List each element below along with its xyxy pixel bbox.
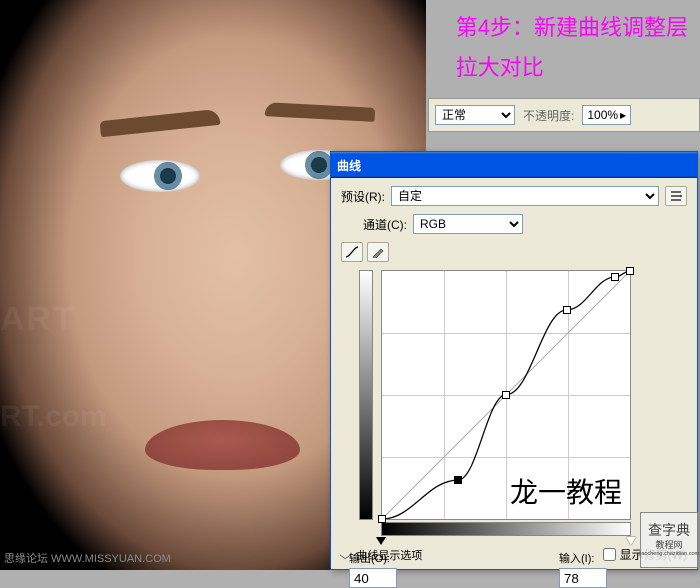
watermark-art-domain: RT.com	[0, 400, 107, 434]
tutorial-annotation: 第4步：新建曲线调整层 拉大对比	[456, 8, 688, 87]
curve-icon	[345, 246, 359, 258]
dialog-titlebar[interactable]: 曲线	[331, 152, 697, 178]
wm-sub: 教程网	[655, 540, 682, 552]
wm-domain: jiaocheng.chazidian.com	[639, 551, 699, 558]
layers-panel: 正常 不透明度: 100%▶	[428, 98, 700, 132]
curve-point[interactable]	[502, 391, 510, 399]
curve-point[interactable]	[563, 306, 571, 314]
face-feature	[120, 160, 200, 192]
black-point-slider[interactable]	[376, 537, 386, 545]
curve-point[interactable]	[378, 515, 386, 523]
watermark-art: ART	[0, 300, 76, 339]
output-gradient	[359, 270, 373, 520]
chevron-right-icon: ⌵	[339, 550, 351, 563]
checkbox-input[interactable]	[603, 548, 616, 561]
channel-label: 通道(C):	[363, 216, 407, 233]
curve-point[interactable]	[454, 476, 462, 484]
curves-graph-area: 龙一教程 输出(O): 输入(I):	[381, 270, 687, 536]
menu-icon	[670, 191, 682, 201]
pencil-icon	[372, 246, 384, 258]
annotation-line: 拉大对比	[456, 48, 688, 88]
opacity-value[interactable]: 100%▶	[582, 105, 631, 125]
curves-graph[interactable]: 龙一教程	[381, 270, 631, 520]
display-options-toggle[interactable]: ⌵ 曲线显示选项	[341, 547, 422, 563]
pencil-tool-button[interactable]	[367, 242, 389, 262]
input-input[interactable]	[559, 568, 607, 588]
site-watermark: 查字典 教程网 jiaocheng.chazidian.com	[640, 512, 698, 568]
blend-mode-select[interactable]: 正常	[435, 105, 515, 125]
watermark-footer: 思缘论坛 WWW.MISSYUAN.COM	[4, 550, 171, 566]
input-gradient	[381, 522, 631, 536]
dialog-title: 曲线	[337, 157, 361, 174]
preset-menu-button[interactable]	[665, 186, 687, 206]
curve-tool-button[interactable]	[341, 242, 363, 262]
annotation-line: 第4步：新建曲线调整层	[456, 8, 688, 48]
opacity-label: 不透明度:	[523, 107, 574, 124]
graph-watermark: 龙一教程	[510, 471, 622, 511]
wm-title: 查字典	[648, 521, 690, 539]
curve-point[interactable]	[611, 273, 619, 281]
preset-label: 预设(R):	[341, 188, 385, 205]
curves-dialog: 曲线 预设(R): 自定 通道(C): RGB	[330, 151, 698, 570]
white-point-slider[interactable]	[626, 537, 636, 545]
face-feature	[145, 420, 300, 470]
curve-point[interactable]	[626, 267, 634, 275]
channel-select[interactable]: RGB	[413, 214, 523, 234]
output-input[interactable]	[349, 568, 397, 588]
face-feature	[99, 109, 220, 137]
preset-select[interactable]: 自定	[391, 186, 659, 206]
face-feature	[265, 102, 376, 122]
